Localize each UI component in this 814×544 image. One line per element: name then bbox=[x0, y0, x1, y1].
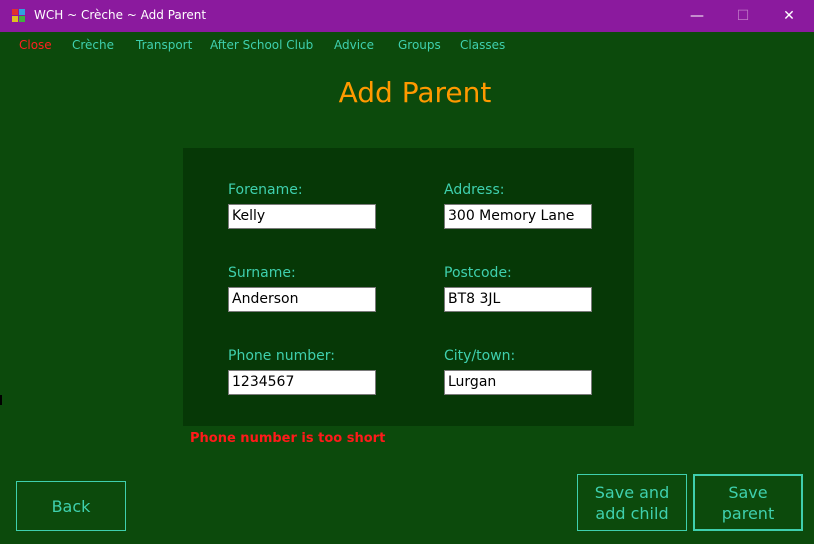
menu-item-close[interactable]: Close bbox=[19, 38, 52, 52]
maximize-button[interactable]: ☐ bbox=[720, 0, 766, 32]
back-button[interactable]: Back bbox=[16, 481, 126, 531]
menu-item-groups[interactable]: Groups bbox=[398, 38, 441, 52]
forename-input[interactable]: Kelly bbox=[228, 204, 376, 229]
surname-input[interactable]: Anderson bbox=[228, 287, 376, 312]
minimize-button[interactable]: — bbox=[674, 0, 720, 32]
phone-error-message: Phone number is too short bbox=[190, 431, 386, 446]
menu-item-after-school-club[interactable]: After School Club bbox=[210, 38, 313, 52]
close-window-button[interactable]: ✕ bbox=[766, 0, 812, 32]
menu-item-classes[interactable]: Classes bbox=[460, 38, 505, 52]
window-edge-mark bbox=[0, 395, 2, 405]
menu-item-advice[interactable]: Advice bbox=[334, 38, 374, 52]
city-label: City/town: bbox=[444, 348, 516, 364]
maximize-icon: ☐ bbox=[736, 8, 750, 24]
address-label: Address: bbox=[444, 182, 505, 198]
city-input[interactable]: Lurgan bbox=[444, 370, 592, 395]
surname-label: Surname: bbox=[228, 265, 296, 281]
save-parent-button[interactable]: Save parent bbox=[693, 474, 803, 531]
save-and-add-child-button[interactable]: Save and add child bbox=[577, 474, 687, 531]
window-title: WCH ~ Crèche ~ Add Parent bbox=[34, 8, 207, 22]
forename-label: Forename: bbox=[228, 182, 303, 198]
menu-item-transport[interactable]: Transport bbox=[136, 38, 192, 52]
menu-bar: Close Crèche Transport After School Club… bbox=[0, 32, 814, 58]
title-bar: WCH ~ Crèche ~ Add Parent — ☐ ✕ bbox=[0, 0, 814, 32]
address-input[interactable]: 300 Memory Lane bbox=[444, 204, 592, 229]
minimize-icon: — bbox=[690, 8, 704, 24]
close-icon: ✕ bbox=[783, 8, 795, 24]
postcode-input[interactable]: BT8 3JL bbox=[444, 287, 592, 312]
app-icon bbox=[12, 9, 26, 23]
menu-item-creche[interactable]: Crèche bbox=[72, 38, 114, 52]
phone-label: Phone number: bbox=[228, 348, 335, 364]
postcode-label: Postcode: bbox=[444, 265, 512, 281]
page-title: Add Parent bbox=[338, 76, 492, 109]
phone-input[interactable]: 1234567 bbox=[228, 370, 376, 395]
